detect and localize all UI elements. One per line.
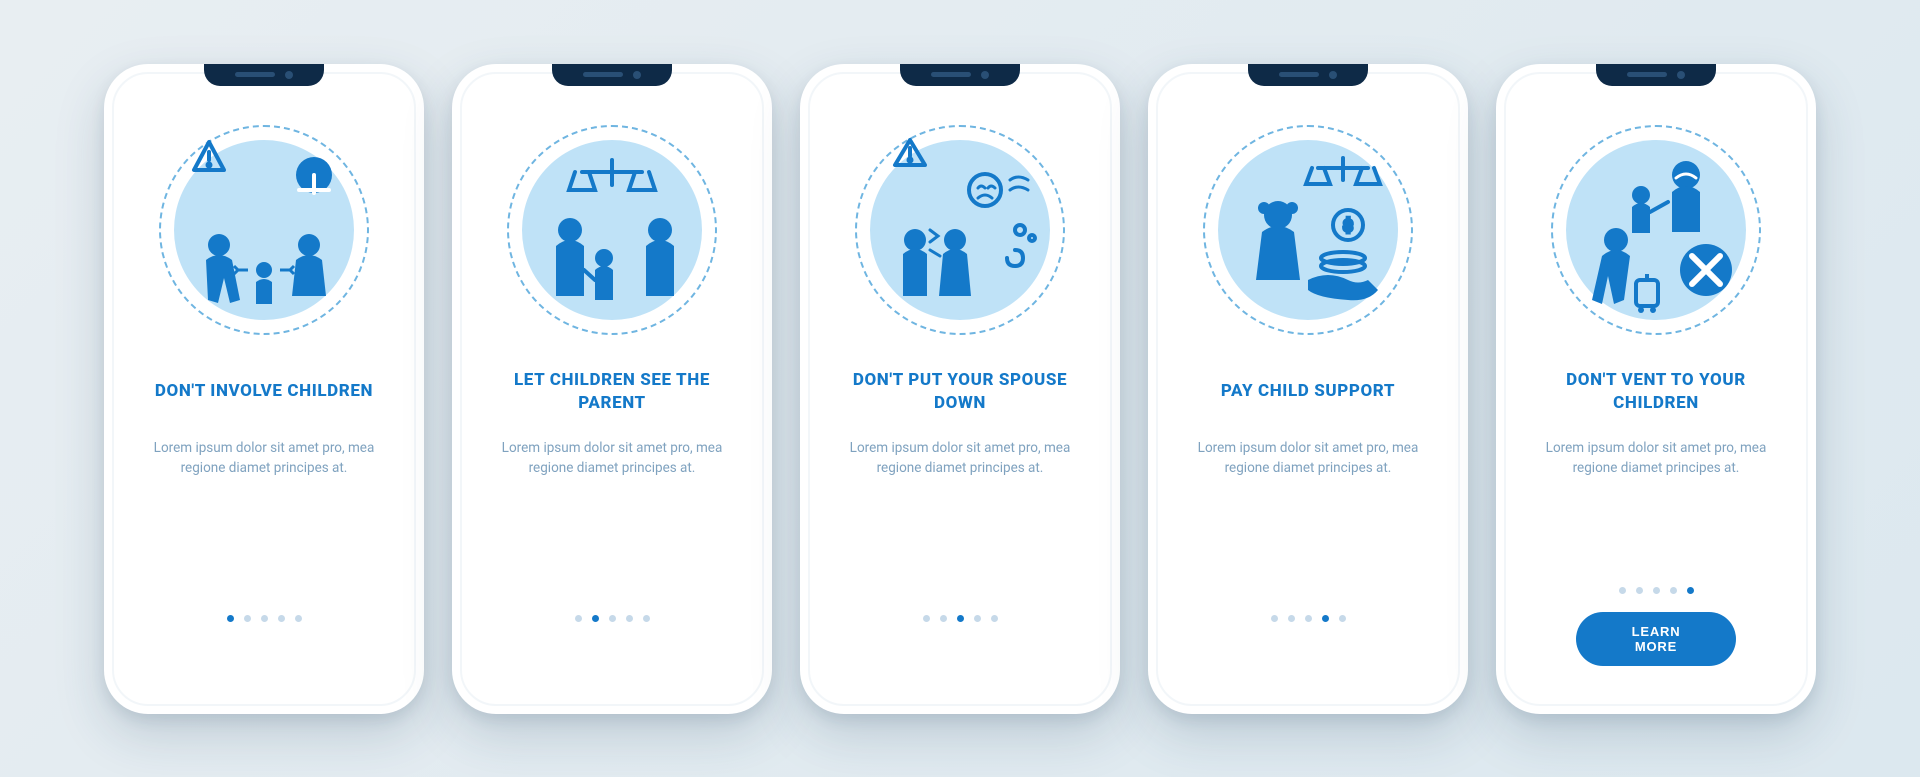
phone-notch	[900, 64, 1020, 86]
page-dot[interactable]	[244, 615, 251, 622]
page-dot[interactable]	[1653, 587, 1660, 594]
screen-title: LET CHILDREN SEE THE PARENT	[492, 368, 732, 416]
page-dot[interactable]	[1619, 587, 1626, 594]
page-dot[interactable]	[1322, 615, 1329, 622]
dont-vent-icon	[1546, 120, 1766, 340]
phone-screen-5: DON'T VENT TO YOUR CHILDREN Lorem ipsum …	[1496, 64, 1816, 714]
page-dot[interactable]	[974, 615, 981, 622]
screen-title: DON'T INVOLVE CHILDREN	[155, 368, 373, 416]
child-support-icon: $	[1198, 120, 1418, 340]
svg-text:$: $	[1343, 216, 1352, 235]
page-indicators	[1148, 615, 1468, 622]
screen-title: PAY CHILD SUPPORT	[1221, 368, 1395, 416]
page-dot[interactable]	[592, 615, 599, 622]
onboarding-carousel: DON'T INVOLVE CHILDREN Lorem ipsum dolor…	[104, 64, 1816, 714]
screen-description: Lorem ipsum dolor sit amet pro, mea regi…	[845, 438, 1075, 480]
phone-screen-1: DON'T INVOLVE CHILDREN Lorem ipsum dolor…	[104, 64, 424, 714]
screen-description: Lorem ipsum dolor sit amet pro, mea regi…	[149, 438, 379, 480]
page-dot[interactable]	[1670, 587, 1677, 594]
phone-notch	[552, 64, 672, 86]
page-dot[interactable]	[295, 615, 302, 622]
page-dot[interactable]	[1288, 615, 1295, 622]
screen-title: DON'T PUT YOUR SPOUSE DOWN	[840, 368, 1080, 416]
page-dot[interactable]	[1636, 587, 1643, 594]
phone-notch	[204, 64, 324, 86]
page-dot[interactable]	[940, 615, 947, 622]
screen-title: DON'T VENT TO YOUR CHILDREN	[1536, 368, 1776, 416]
page-indicators	[104, 615, 424, 622]
page-dot[interactable]	[1305, 615, 1312, 622]
page-dot[interactable]	[609, 615, 616, 622]
page-dot[interactable]	[643, 615, 650, 622]
screen-description: Lorem ipsum dolor sit amet pro, mea regi…	[1541, 438, 1771, 480]
page-dot[interactable]	[261, 615, 268, 622]
phone-screen-2: LET CHILDREN SEE THE PARENT Lorem ipsum …	[452, 64, 772, 714]
page-dot[interactable]	[575, 615, 582, 622]
page-dot[interactable]	[626, 615, 633, 622]
see-parent-icon	[502, 120, 722, 340]
phone-screen-3: DON'T PUT YOUR SPOUSE DOWN Lorem ipsum d…	[800, 64, 1120, 714]
spouse-down-icon	[850, 120, 1070, 340]
phone-screen-4: $ PAY CHILD SUPPORT Lorem ipsum dolor si…	[1148, 64, 1468, 714]
page-dot[interactable]	[923, 615, 930, 622]
phone-notch	[1248, 64, 1368, 86]
dont-involve-icon	[154, 120, 374, 340]
page-dot[interactable]	[991, 615, 998, 622]
learn-more-button[interactable]: LEARN MORE	[1576, 612, 1736, 666]
screen-description: Lorem ipsum dolor sit amet pro, mea regi…	[497, 438, 727, 480]
page-indicators	[1496, 587, 1816, 594]
page-dot[interactable]	[1687, 587, 1694, 594]
phone-notch	[1596, 64, 1716, 86]
page-indicators	[800, 615, 1120, 622]
page-dot[interactable]	[957, 615, 964, 622]
page-indicators	[452, 615, 772, 622]
page-dot[interactable]	[278, 615, 285, 622]
page-dot[interactable]	[1271, 615, 1278, 622]
screen-description: Lorem ipsum dolor sit amet pro, mea regi…	[1193, 438, 1423, 480]
page-dot[interactable]	[1339, 615, 1346, 622]
page-dot[interactable]	[227, 615, 234, 622]
